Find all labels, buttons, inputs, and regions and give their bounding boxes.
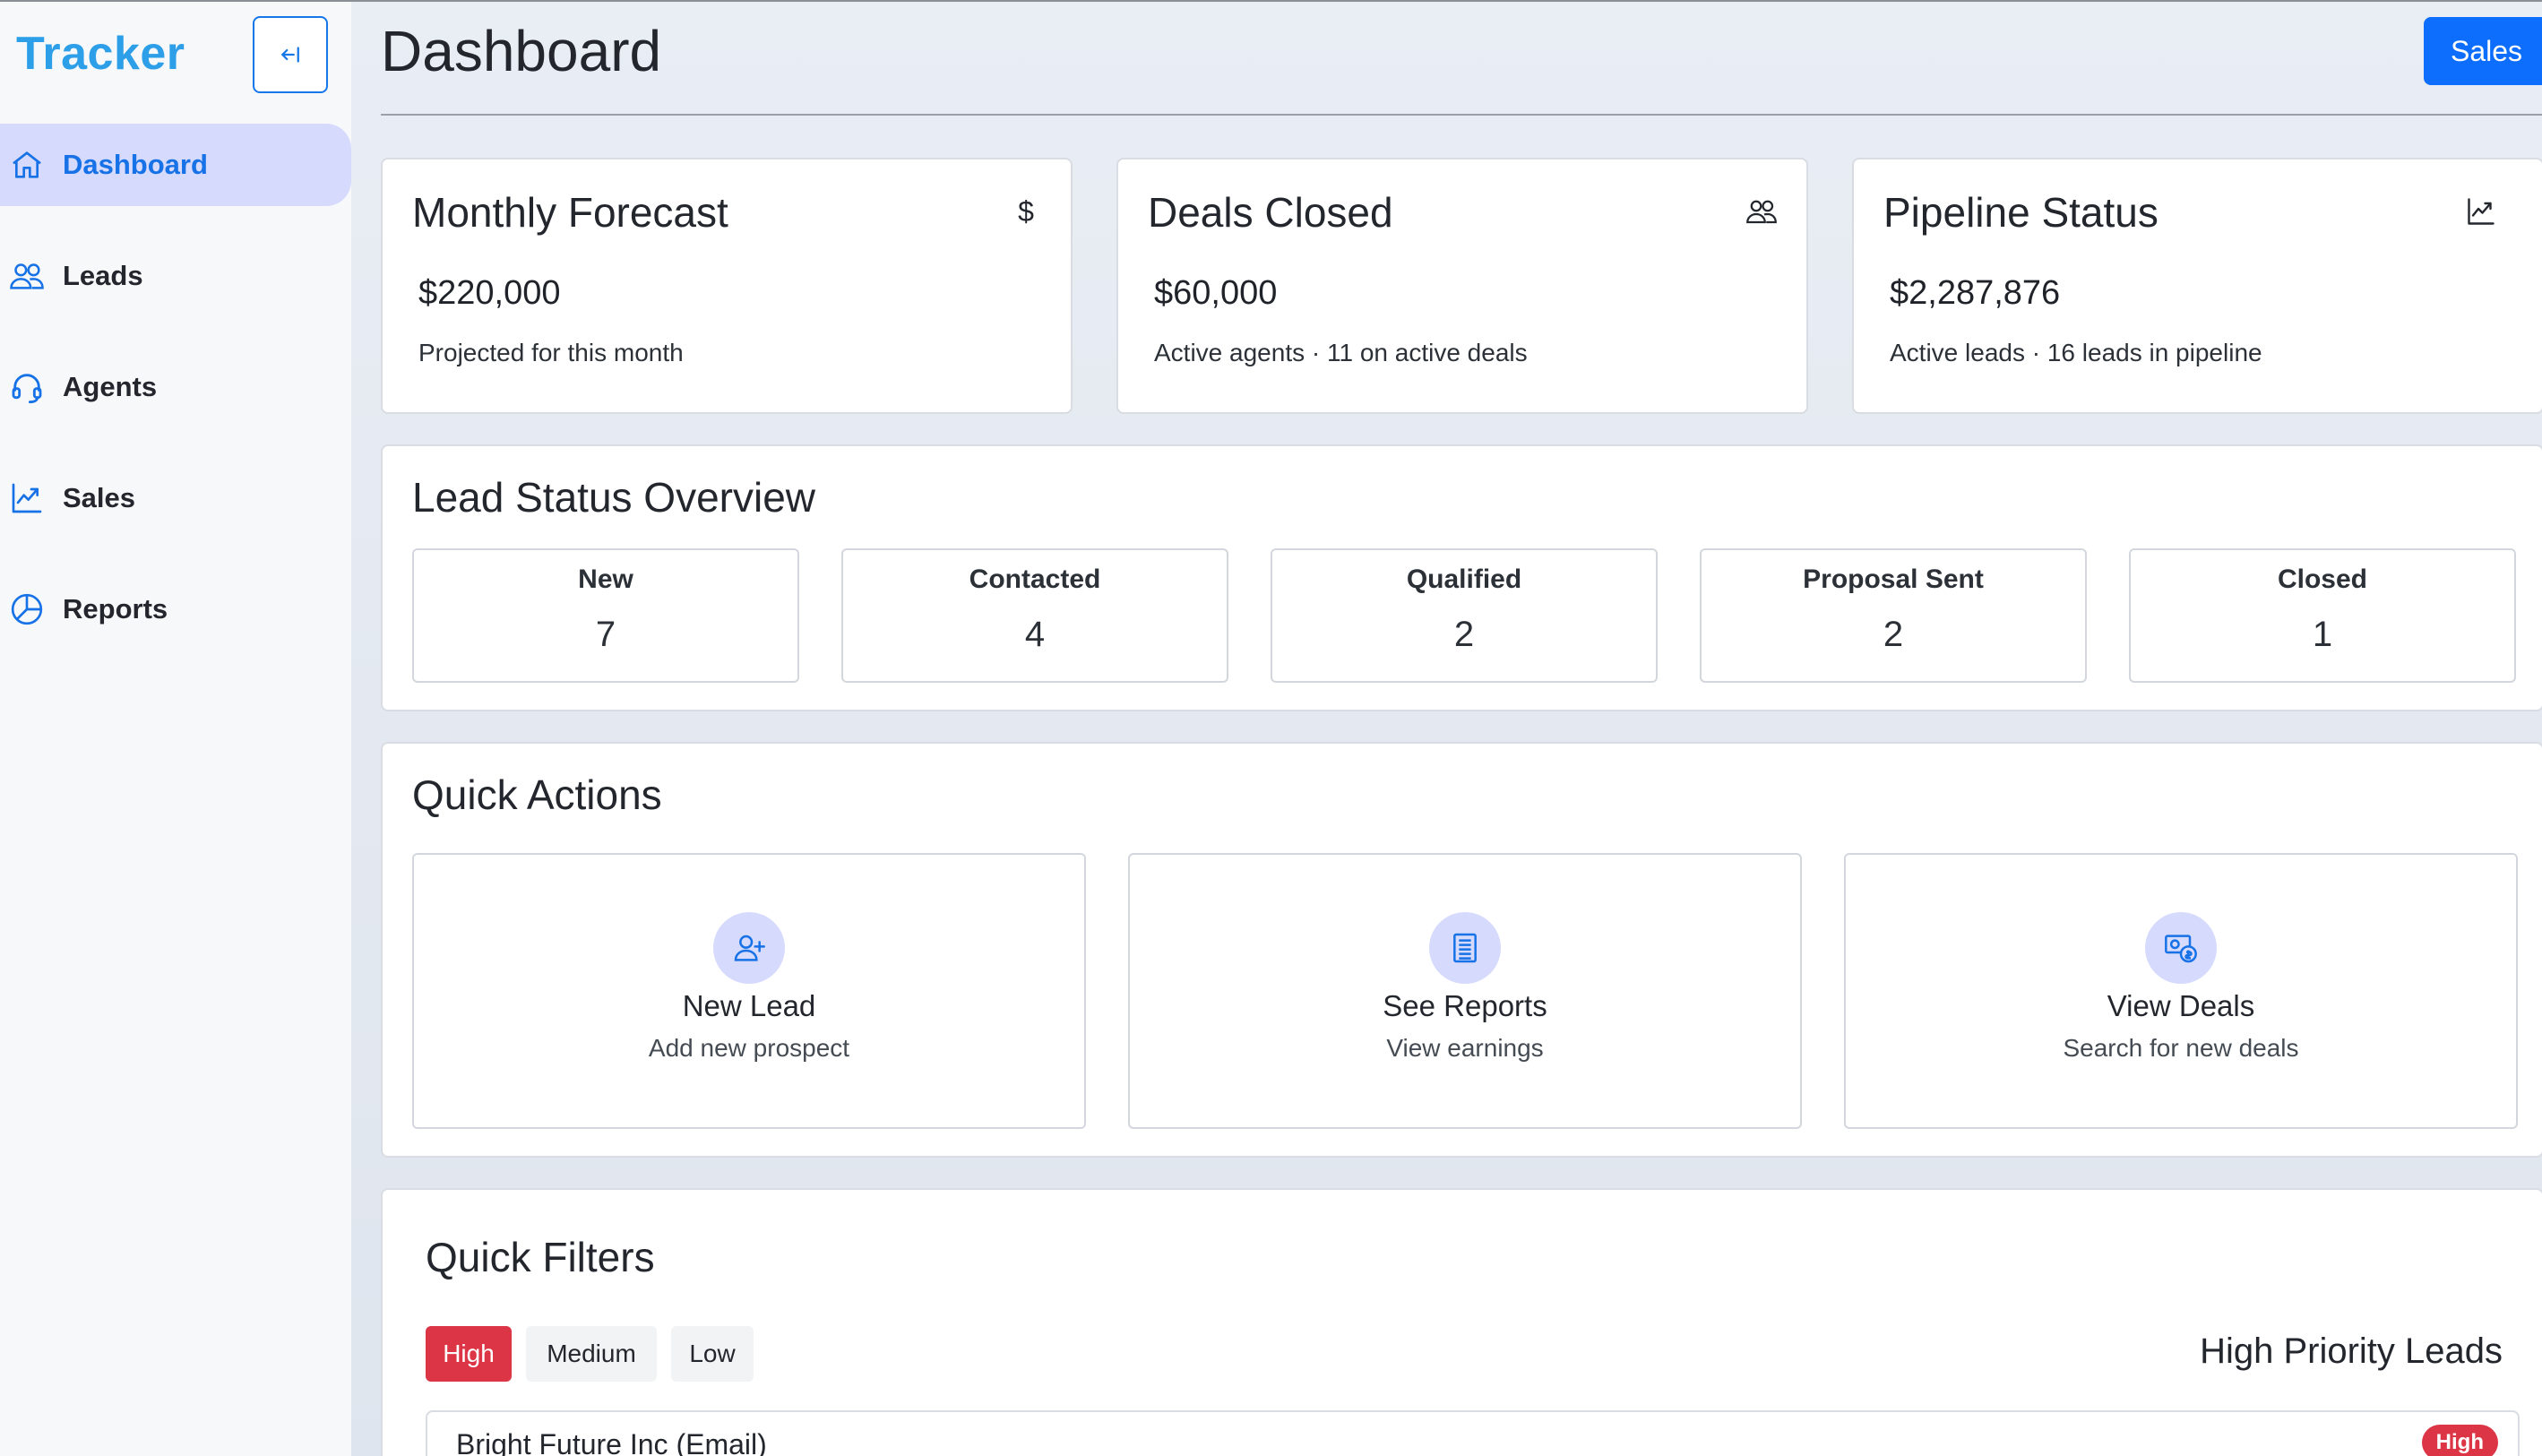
filter-results-heading: High Priority Leads (2200, 1331, 2503, 1371)
action-title: View Deals (2107, 989, 2255, 1022)
status-count: 7 (595, 615, 616, 654)
trend-up-icon (2463, 194, 2499, 229)
home-icon (7, 145, 47, 185)
table-row[interactable]: Bright Future Inc (Email) High (426, 1410, 2520, 1456)
status-count: 2 (1883, 615, 1904, 654)
priority-badge: High (2421, 1425, 2498, 1456)
status-label: Closed (2277, 564, 2368, 594)
sidebar-item-reports[interactable]: Reports (0, 568, 351, 650)
action-title: New Lead (682, 989, 816, 1022)
trend-up-icon (7, 478, 47, 518)
sidebar: Tracker Dashboard Leads Agents Sales Rep… (0, 2, 351, 1456)
stat-value: $60,000 (1154, 274, 1278, 312)
sidebar-item-label: Leads (63, 260, 143, 291)
header-divider (381, 114, 2542, 116)
stat-title: Deals Closed (1148, 189, 1393, 236)
status-label: Qualified (1406, 564, 1522, 594)
stat-title: Monthly Forecast (412, 189, 728, 236)
brand-logo[interactable]: Tracker (16, 27, 185, 81)
lead-name: Bright Future Inc (Email) (456, 1428, 767, 1456)
document-icon (1429, 912, 1501, 984)
filter-medium-button[interactable]: Medium (526, 1326, 657, 1382)
status-label: New (578, 564, 633, 594)
filter-high-button[interactable]: High (426, 1326, 512, 1382)
stat-subtitle: Projected for this month (418, 339, 684, 366)
stat-card-pipeline-status: Pipeline Status $2,287,876 Active leads … (1852, 158, 2542, 414)
quick-actions-panel: Quick Actions New Lead Add new prospect (381, 742, 2542, 1158)
sidebar-item-dashboard[interactable]: Dashboard (0, 124, 351, 206)
status-closed[interactable]: Closed 1 (2129, 548, 2516, 683)
pie-chart-icon (7, 590, 47, 629)
action-title: See Reports (1383, 989, 1547, 1022)
quick-filters-panel: Quick Filters High Medium Low High Prior… (381, 1188, 2542, 1456)
status-count: 2 (1453, 615, 1475, 654)
filter-low-button[interactable]: Low (671, 1326, 754, 1382)
sidebar-item-agents[interactable]: Agents (0, 346, 351, 428)
status-count: 4 (1024, 615, 1046, 654)
action-subtitle: Search for new deals (2063, 1034, 2299, 1062)
lead-status-overview: Lead Status Overview New 7 Contacted 4 Q… (381, 444, 2542, 711)
section-title: Lead Status Overview (412, 474, 816, 521)
sidebar-item-label: Sales (63, 482, 136, 513)
stat-title: Pipeline Status (1883, 189, 2159, 236)
users-icon (1744, 194, 1779, 229)
view-deals-button[interactable]: View Deals Search for new deals (1844, 853, 2518, 1129)
sidebar-item-label: Reports (63, 593, 168, 625)
stat-subtitle: Active agents · 11 on active deals (1154, 339, 1528, 366)
section-title: Quick Actions (412, 771, 662, 818)
stat-value: $220,000 (418, 274, 561, 312)
section-title: Quick Filters (426, 1234, 655, 1280)
sidebar-item-label: Dashboard (63, 149, 208, 180)
app-root: Tracker Dashboard Leads Agents Sales Rep… (0, 0, 2542, 1456)
sidebar-item-leads[interactable]: Leads (0, 235, 351, 317)
collapse-sidebar-button[interactable] (253, 16, 328, 93)
main-content: Dashboard Sales Monthly Forecast $ $220,… (351, 2, 2542, 1456)
status-label: Proposal Sent (1803, 564, 1984, 594)
new-lead-button[interactable]: New Lead Add new prospect (412, 853, 1086, 1129)
status-new[interactable]: New 7 (412, 548, 799, 683)
status-label: Contacted (969, 564, 1101, 594)
status-contacted[interactable]: Contacted 4 (841, 548, 1228, 683)
status-count: 1 (2312, 615, 2333, 654)
collapse-arrow-icon (281, 47, 299, 63)
sidebar-item-label: Agents (63, 371, 158, 402)
status-proposal-sent[interactable]: Proposal Sent 2 (1700, 548, 2087, 683)
dollar-icon: $ (1018, 194, 1034, 228)
headset-icon (7, 367, 47, 407)
action-subtitle: View earnings (1386, 1034, 1544, 1062)
money-search-icon (2145, 912, 2217, 984)
sidebar-item-sales[interactable]: Sales (0, 457, 351, 539)
status-qualified[interactable]: Qualified 2 (1271, 548, 1658, 683)
role-button[interactable]: Sales (2424, 17, 2542, 85)
stat-card-deals-closed: Deals Closed $60,000 Active agents · 11 … (1116, 158, 1808, 414)
see-reports-button[interactable]: See Reports View earnings (1128, 853, 1802, 1129)
stat-value: $2,287,876 (1890, 274, 2061, 312)
page-title: Dashboard (381, 19, 662, 83)
action-subtitle: Add new prospect (648, 1034, 850, 1062)
users-icon (7, 256, 47, 296)
add-user-icon (713, 912, 785, 984)
stat-subtitle: Active leads · 16 leads in pipeline (1890, 339, 2262, 366)
stat-card-monthly-forecast: Monthly Forecast $ $220,000 Projected fo… (381, 158, 1073, 414)
